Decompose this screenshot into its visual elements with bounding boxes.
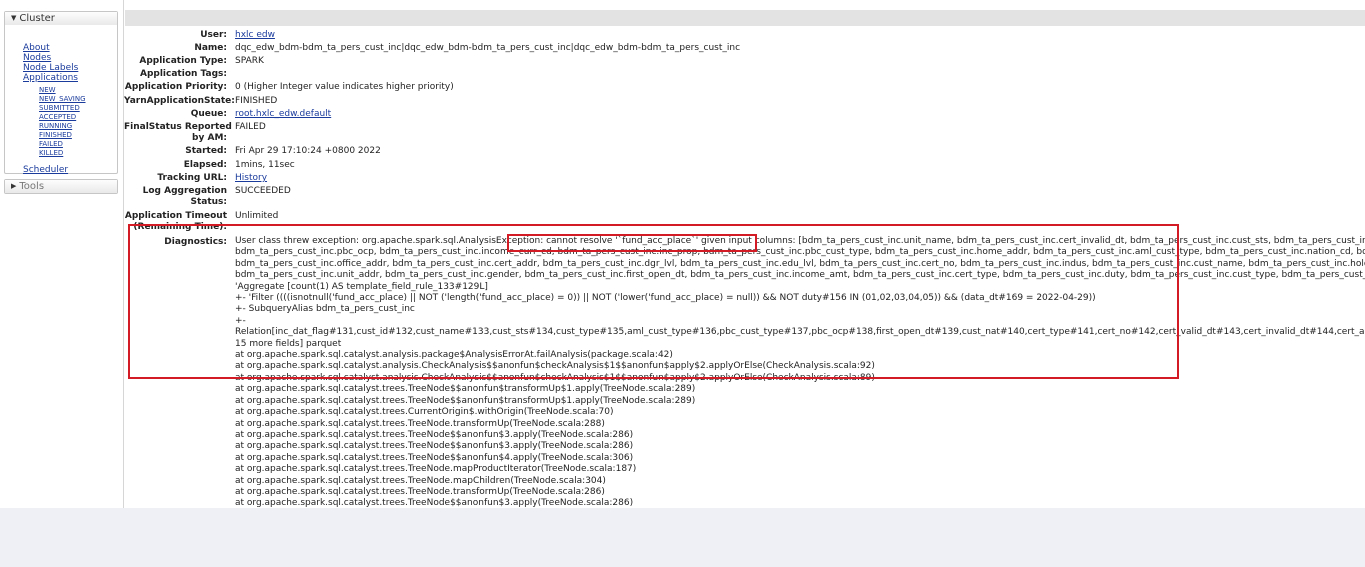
priority-label: Application Priority: — [124, 82, 227, 92]
expanded-triangle-icon: ▼ — [11, 14, 17, 22]
elapsed-label: Elapsed: — [183, 160, 227, 170]
nav-state-finished[interactable]: FINISHED — [39, 131, 72, 140]
nav-state-running[interactable]: RUNNING — [39, 122, 72, 131]
nav-link-nodes[interactable]: Nodes — [23, 53, 51, 63]
nav-link-about[interactable]: About — [23, 43, 50, 53]
timeout-value: Unlimited — [235, 211, 279, 221]
nav-state-new[interactable]: NEW — [39, 86, 56, 95]
diagnostic-line: at org.apache.spark.sql.catalyst.trees.T… — [235, 475, 606, 486]
yarn-app-page: ▼ Cluster About Nodes Node Labels Applica… — [0, 0, 1365, 508]
started-label: Started: — [185, 146, 227, 156]
cluster-menu-body: About Nodes Node Labels Applications NEW… — [5, 25, 117, 175]
sidebar-nav: ▼ Cluster About Nodes Node Labels Applica… — [4, 11, 118, 194]
diagnostic-line: at org.apache.spark.sql.catalyst.trees.T… — [235, 452, 634, 463]
tracking-history-link[interactable]: History — [235, 173, 267, 183]
state-label: YarnApplicationState: — [124, 96, 235, 106]
diagnostic-line: at org.apache.spark.sql.catalyst.trees.T… — [235, 418, 605, 429]
type-value: SPARK — [235, 56, 264, 66]
name-value: dqc_edw_bdm-bdm_ta_pers_cust_inc|dqc_edw… — [235, 43, 741, 53]
name-label: Name: — [194, 43, 227, 53]
log-agg-label-line2: Status: — [190, 197, 227, 207]
cluster-menu-header[interactable]: ▼ Cluster — [5, 12, 117, 25]
nav-state-killed[interactable]: KILLED — [39, 149, 63, 158]
tracking-label: Tracking URL: — [157, 173, 227, 183]
final-status-label-line2: by AM: — [192, 133, 227, 143]
log-agg-value: SUCCEEDED — [235, 186, 291, 196]
nav-state-submitted[interactable]: SUBMITTED — [39, 104, 80, 113]
tools-menu-header[interactable]: ▶ Tools — [5, 180, 117, 193]
cannot-resolve-highlight-box — [507, 234, 757, 252]
log-agg-label-line1: Log Aggregation — [142, 186, 227, 196]
tags-label: Application Tags: — [140, 69, 227, 79]
diagnostic-line: at org.apache.spark.sql.catalyst.trees.T… — [235, 441, 634, 452]
diagnostic-line: at org.apache.spark.sql.catalyst.trees.T… — [235, 486, 605, 497]
tools-menu-title: Tools — [19, 181, 45, 192]
nav-state-failed[interactable]: FAILED — [39, 140, 63, 149]
timeout-label-line1: Application Timeout — [124, 211, 227, 221]
nav-link-node-labels[interactable]: Node Labels — [23, 63, 78, 73]
diagnostic-line: at org.apache.spark.sql.catalyst.trees.C… — [235, 407, 614, 418]
cluster-menu-title: Cluster — [19, 13, 55, 24]
cluster-menu: ▼ Cluster About Nodes Node Labels Applica… — [4, 11, 118, 175]
queue-link[interactable]: root.hxlc_edw.default — [235, 109, 331, 119]
collapsed-triangle-icon: ▶ — [11, 182, 17, 190]
final-status-value: FAILED — [235, 122, 266, 132]
priority-value: 0 (Higher Integer value indicates higher… — [235, 82, 454, 92]
diagnostic-line: at org.apache.spark.sql.catalyst.trees.T… — [235, 429, 634, 440]
nav-state-accepted[interactable]: ACCEPTED — [39, 113, 76, 122]
tools-menu: ▶ Tools — [4, 179, 118, 194]
overview-header-bar — [125, 10, 1365, 26]
nav-link-scheduler[interactable]: Scheduler — [23, 165, 68, 175]
user-link[interactable]: hxlc edw — [235, 30, 275, 40]
diagnostic-line: at org.apache.spark.sql.catalyst.trees.T… — [235, 464, 637, 475]
nav-link-applications[interactable]: Applications — [23, 73, 78, 83]
diagnostic-line: at org.apache.spark.sql.catalyst.trees.T… — [235, 498, 634, 508]
queue-label: Queue: — [190, 109, 227, 119]
user-label: User: — [200, 30, 227, 40]
final-status-label-line1: FinalStatus Reported — [124, 122, 232, 132]
state-value: FINISHED — [235, 96, 278, 106]
type-label: Application Type: — [139, 56, 227, 66]
elapsed-value: 1mins, 11sec — [235, 160, 295, 170]
started-value: Fri Apr 29 17:10:24 +0800 2022 — [235, 146, 381, 156]
diagnostic-line: at org.apache.spark.sql.catalyst.trees.T… — [235, 395, 696, 406]
nav-state-new-saving[interactable]: NEW_SAVING — [39, 95, 86, 104]
diagnostic-line: at org.apache.spark.sql.catalyst.trees.T… — [235, 384, 696, 395]
